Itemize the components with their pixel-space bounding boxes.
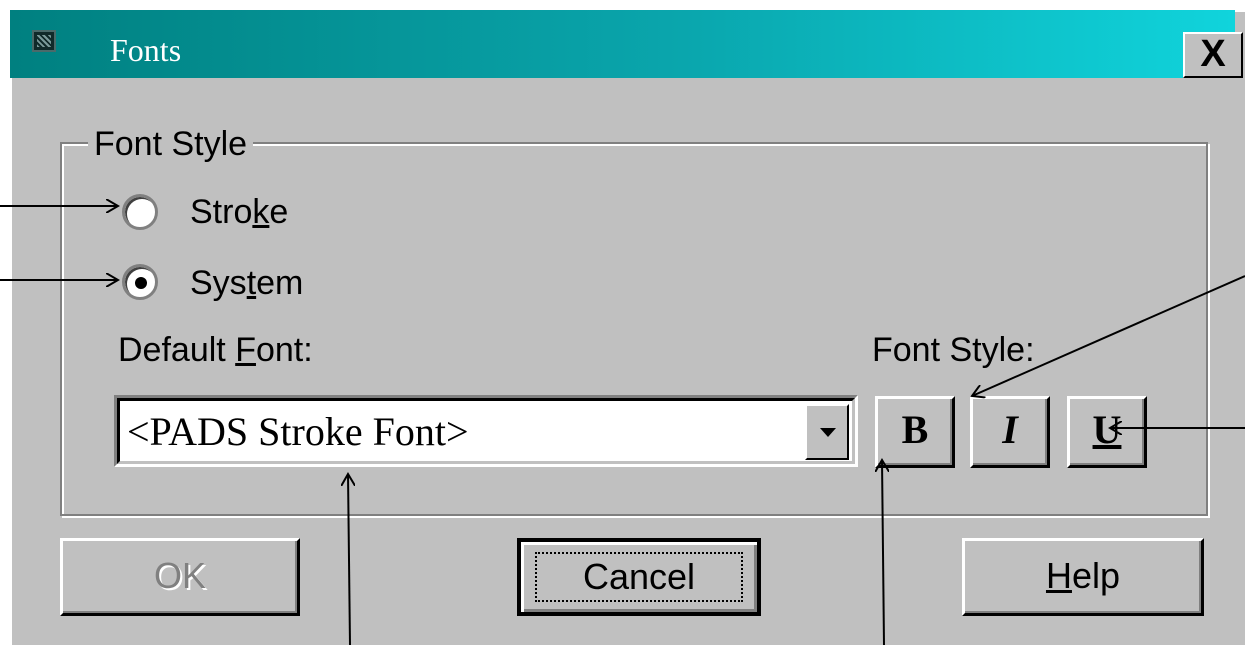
arrow-to-italic-button [972, 275, 1245, 396]
annotation-arrows [0, 0, 1245, 645]
arrow-to-bold-button [882, 460, 884, 645]
arrow-to-default-font-combobox [348, 474, 350, 645]
